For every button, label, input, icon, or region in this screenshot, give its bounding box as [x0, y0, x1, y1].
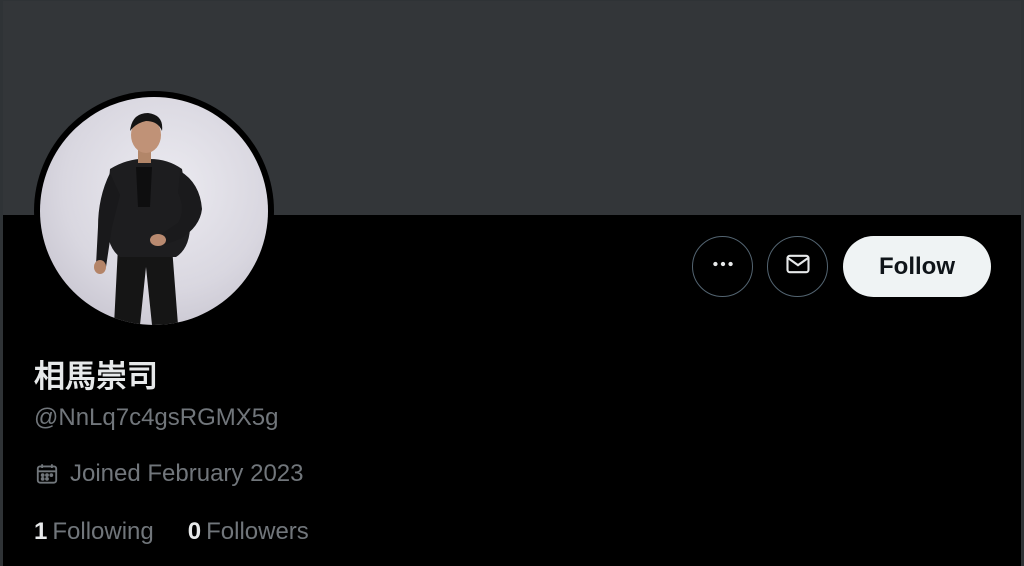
person-photo-illustration: [94, 113, 202, 325]
display-name: 相馬崇司: [34, 359, 158, 395]
following-label: Following: [52, 518, 154, 545]
followers-label: Followers: [206, 518, 309, 545]
avatar[interactable]: [34, 91, 274, 331]
profile-actions: Follow: [692, 236, 991, 297]
follow-counts: 1 Following 0 Followers: [34, 517, 309, 547]
calendar-icon: [34, 461, 60, 487]
user-handle: @NnLq7c4gsRGMX5g: [34, 404, 279, 431]
followers-link[interactable]: 0 Followers: [188, 517, 309, 547]
envelope-icon: [784, 250, 812, 283]
more-horizontal-icon: [710, 251, 736, 282]
following-link[interactable]: 1 Following: [34, 517, 154, 547]
following-count: 1: [34, 518, 48, 545]
followers-count: 0: [187, 518, 202, 545]
joined-date: Joined February 2023: [34, 459, 309, 489]
message-button[interactable]: [767, 236, 829, 297]
follow-button[interactable]: Follow: [843, 236, 991, 297]
profile-page: Follow 相馬崇司 @NnLq7c4gsRGMX5g Joined Febr…: [0, 0, 1024, 566]
profile-info: 相馬崇司 @NnLq7c4gsRGMX5g Joined February 20…: [34, 357, 309, 547]
avatar-photo: [40, 97, 268, 325]
joined-text: Joined February 2023: [70, 460, 304, 487]
more-button[interactable]: [692, 236, 754, 297]
